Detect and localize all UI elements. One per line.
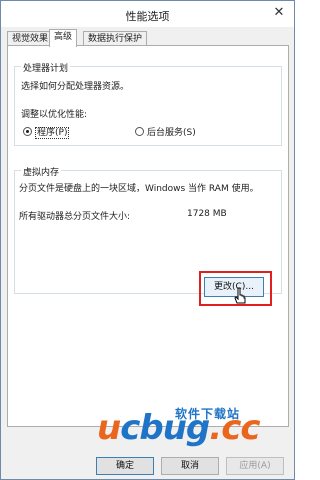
total-paging-label: 所有驱动器总分页文件大小: xyxy=(19,212,131,222)
title-bar: 性能选项 ✕ xyxy=(1,1,294,27)
paging-file-description: 分页文件是硬盘上的一块区域，Windows 当作 RAM 使用。 xyxy=(19,184,259,194)
ucbug-watermark-logo: 软件下载站 ucbug.cc xyxy=(97,405,287,455)
virtual-memory-legend: 虚拟内存 xyxy=(21,165,62,178)
cancel-button[interactable]: 取消 xyxy=(161,457,219,475)
tab-advanced[interactable]: 高级 xyxy=(49,29,78,47)
hand-cursor-icon xyxy=(234,287,246,304)
programs-radio[interactable] xyxy=(23,127,32,136)
performance-options-window: 性能选项 ✕ 视觉效果 高级 数据执行保护 处理器计划 选择如何分配处理器资源。… xyxy=(0,0,295,480)
total-paging-value: 1728 MB xyxy=(187,209,227,219)
close-icon[interactable]: ✕ xyxy=(270,5,288,21)
adjust-label: 调整以优化性能: xyxy=(21,110,88,120)
tab-visual-effects[interactable]: 视觉效果 xyxy=(7,31,54,46)
background-services-label[interactable]: 后台服务(S) xyxy=(147,125,196,138)
ok-button[interactable]: 确定 xyxy=(96,457,154,475)
processor-scheduling-legend: 处理器计划 xyxy=(21,61,71,74)
programs-radio-label[interactable]: 程序(P) xyxy=(35,125,70,139)
processor-description: 选择如何分配处理器资源。 xyxy=(21,82,130,92)
window-title: 性能选项 xyxy=(125,10,170,23)
processor-scheduling-group: 处理器计划 选择如何分配处理器资源。 调整以优化性能: 程序(P) 后台服务(S… xyxy=(14,61,282,146)
background-services-radio[interactable] xyxy=(135,127,144,136)
tab-data-execution-prevention[interactable]: 数据执行保护 xyxy=(83,31,148,46)
advanced-tab-panel: 处理器计划 选择如何分配处理器资源。 调整以优化性能: 程序(P) 后台服务(S… xyxy=(7,45,289,427)
apply-button[interactable]: 应用(A) xyxy=(226,457,284,475)
watermark-wordmark: ucbug.cc xyxy=(97,408,261,448)
